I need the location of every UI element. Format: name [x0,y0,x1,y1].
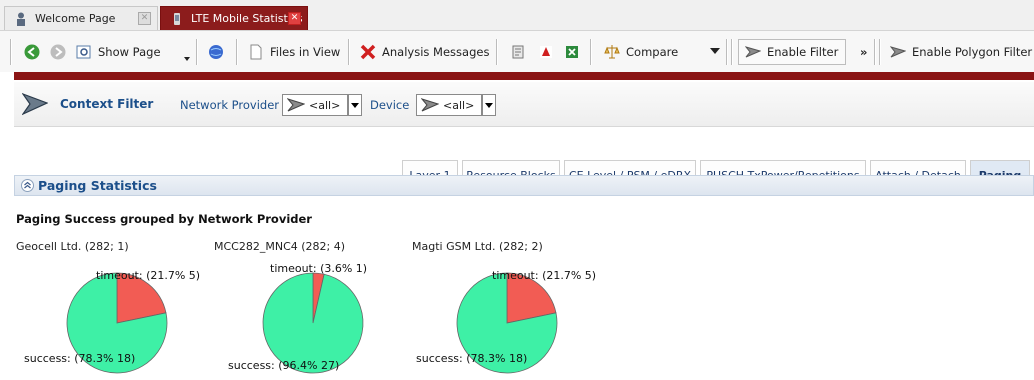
close-icon[interactable]: ✕ [288,12,301,25]
context-filter-bar: Context Filter Network Provider <all> De… [14,82,1034,127]
network-provider-select[interactable]: <all> [282,94,348,116]
pie-title-mcc282-mnc4: MCC282_MNC4 (282; 4) [214,240,346,253]
pdf-icon [540,46,552,58]
slice-label-success: success: (78.3% 18) [24,352,136,365]
show-page-button[interactable]: Show Page [76,39,161,65]
compare-label: Compare [626,45,679,59]
network-provider-dropdown-icon[interactable] [348,94,362,116]
funnel-icon [745,46,761,58]
compare-dropdown-icon[interactable] [710,48,720,54]
toolbar-separator [874,39,876,65]
enable-polygon-filter-button[interactable]: Enable Polygon Filter [890,39,1032,65]
tab-label: Welcome Page [35,12,116,25]
slice-label-timeout: timeout: (3.6% 1) [270,262,368,275]
toolbar-separator [196,39,198,65]
context-filter-title: Context Filter [60,97,154,111]
chart-group-title: Paging Success grouped by Network Provid… [16,212,312,226]
pie-title-magti-gsm: Magti GSM Ltd. (282; 2) [412,240,543,253]
refresh-globe-button[interactable] [208,39,230,65]
enable-polygon-filter-label: Enable Polygon Filter [912,45,1033,59]
compare-button[interactable]: Compare [604,39,678,65]
close-icon[interactable]: ✕ [138,12,151,25]
analysis-messages-label: Analysis Messages [382,45,490,59]
device-label: Device [370,98,410,112]
back-button[interactable] [24,39,46,65]
analysis-messages-button[interactable]: Analysis Messages [360,39,489,65]
slice-label-timeout: timeout: (21.7% 5) [492,269,597,282]
toolbar-separator [726,39,728,65]
network-provider-value: <all> [309,98,341,112]
toolbar-separator [590,39,592,65]
slice-label-timeout: timeout: (21.7% 5) [96,269,201,282]
pie-slice-success[interactable] [262,272,364,374]
toolbar-separator [236,39,238,65]
tab-label: LTE Mobile Statistics [191,12,303,25]
overflow-button[interactable]: » [860,39,867,65]
toolbar-separator [879,39,881,65]
network-provider-label: Network Provider [180,98,280,112]
enable-filter-button[interactable]: Enable Filter [738,39,846,65]
forward-button[interactable] [50,39,72,65]
slice-label-success: success: (78.3% 18) [416,352,528,365]
tab-lte-mobile-statistics[interactable]: LTE Mobile Statistics ✕ [160,6,308,30]
globe-icon [209,45,223,59]
export-button[interactable] [510,39,532,65]
collapse-icon[interactable] [21,179,34,192]
excel-icon [566,46,578,58]
toolbar-separator [348,39,350,65]
scale-icon [604,45,620,59]
funnel-icon [421,98,439,112]
export-pdf-button[interactable] [538,39,560,65]
polygon-funnel-icon [890,46,906,58]
document-tab-strip: Welcome Page ✕ LTE Mobile Statistics ✕ [0,0,1034,30]
device-value: <all> [443,98,475,112]
back-arrow-icon [24,44,40,60]
paging-statistics-section-header[interactable]: Paging Statistics [14,175,1034,196]
header-accent-bar [14,72,1034,80]
export-excel-button[interactable] [564,39,586,65]
forward-arrow-icon [50,44,66,60]
tab-welcome-page[interactable]: Welcome Page ✕ [4,6,158,30]
section-title: Paging Statistics [38,178,157,193]
device-select[interactable]: <all> [416,94,482,116]
show-page-dropdown-icon[interactable] [184,57,190,61]
pie-title-geocell: Geocell Ltd. (282; 1) [16,240,129,253]
person-icon [17,12,25,26]
file-icon [250,44,262,60]
page-search-icon [76,45,91,59]
phone-icon [174,12,180,25]
export-doc-icon [512,45,524,59]
toolbar-separator [10,39,12,65]
enable-filter-label: Enable Filter [767,45,839,59]
files-in-view-button[interactable]: Files in View [248,39,340,65]
show-page-label: Show Page [98,45,161,59]
context-filter-icon [22,92,48,116]
app-window: Welcome Page ✕ LTE Mobile Statistics ✕ S… [0,0,1034,380]
overflow-chevron-icon: » [860,45,868,59]
slice-label-success: success: (96.4% 27) [228,359,340,372]
red-x-icon [360,44,376,60]
toolbar-separator [496,39,498,65]
toolbar-separator [731,39,733,65]
funnel-icon [287,98,305,112]
device-dropdown-icon[interactable] [482,94,496,116]
files-in-view-label: Files in View [270,45,341,59]
main-toolbar: Show Page Files in View Analysis Message… [0,30,1034,72]
